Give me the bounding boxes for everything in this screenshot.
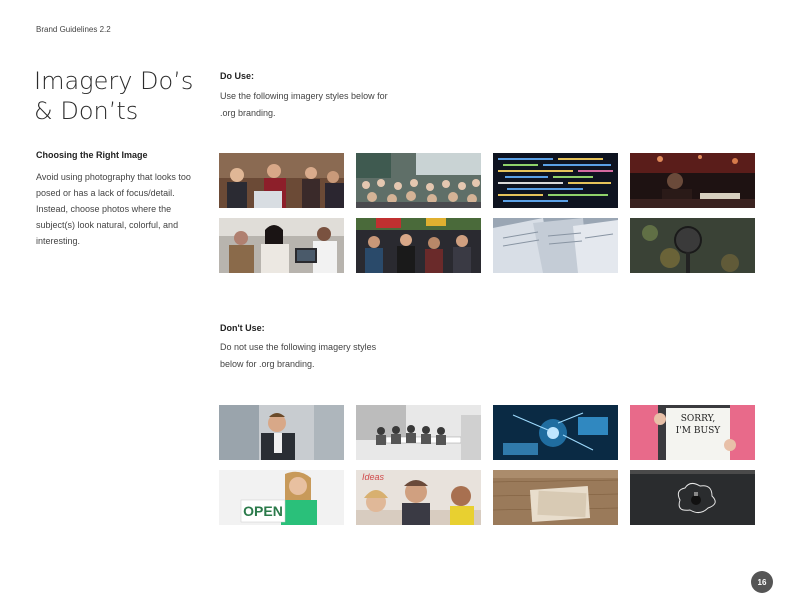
page-title: Imagery Do’s & Don’ts	[34, 66, 193, 126]
do-image-laptop-workers	[219, 218, 344, 273]
page-number: 16	[751, 571, 773, 593]
do-image-conference	[356, 153, 481, 208]
microphone-photo-icon	[630, 218, 755, 273]
conference-audience-photo-icon	[356, 153, 481, 208]
meeting-photo-icon	[219, 153, 344, 208]
grayscale-office-photo-icon	[356, 405, 481, 460]
posed-businessman-photo-icon	[219, 405, 344, 460]
do-use-body: Use the following imagery styles below f…	[220, 91, 388, 118]
ideas-caption: Ideas	[362, 472, 385, 482]
do-image-microphone	[630, 218, 755, 273]
intro-body: Avoid using photography that looks too p…	[36, 172, 191, 246]
do-image-presentation	[630, 153, 755, 208]
dont-image-businessman	[219, 405, 344, 460]
dont-image-open-sign: OPEN	[219, 470, 344, 525]
do-use-image-grid	[219, 153, 756, 273]
dont-image-chalkboard-bulb	[630, 470, 755, 525]
do-image-meeting	[219, 153, 344, 208]
newspapers-photo-icon	[493, 218, 618, 273]
do-image-crowd	[356, 218, 481, 273]
dont-image-sorry-busy: SORRY, I'M BUSY	[630, 405, 755, 460]
dark-presentation-photo-icon	[630, 153, 755, 208]
do-image-newspapers	[493, 218, 618, 273]
document-title: Brand Guidelines 2.2	[36, 25, 111, 34]
open-caption: OPEN	[243, 503, 283, 519]
do-use-heading: Do Use:	[220, 71, 255, 81]
chalkboard-bulb-photo-icon	[630, 470, 755, 525]
dont-use-image-grid: SORRY, I'M BUSY OPEN Ideas	[219, 405, 756, 525]
dont-image-desk-papers	[493, 470, 618, 525]
sorry-busy-caption: SORRY, I'M BUSY	[675, 414, 721, 436]
page-title-line-1: Imagery Do’s	[34, 67, 194, 95]
page-title-line-2: & Don’ts	[34, 97, 139, 125]
tech-graphic-photo-icon	[493, 405, 618, 460]
laptop-workers-photo-icon	[219, 218, 344, 273]
desk-papers-photo-icon	[493, 470, 618, 525]
dont-use-body: Do not use the following imagery styles …	[220, 342, 377, 369]
dont-use-heading: Don't Use:	[220, 323, 265, 333]
intro-heading: Choosing the Right Image	[36, 150, 148, 160]
crowd-event-photo-icon	[356, 218, 481, 273]
dont-image-grayscale-office	[356, 405, 481, 460]
do-image-code	[493, 153, 618, 208]
dont-image-posed-idea: Ideas	[356, 470, 481, 525]
code-screen-photo-icon	[493, 153, 618, 208]
dont-image-tech-graphic	[493, 405, 618, 460]
